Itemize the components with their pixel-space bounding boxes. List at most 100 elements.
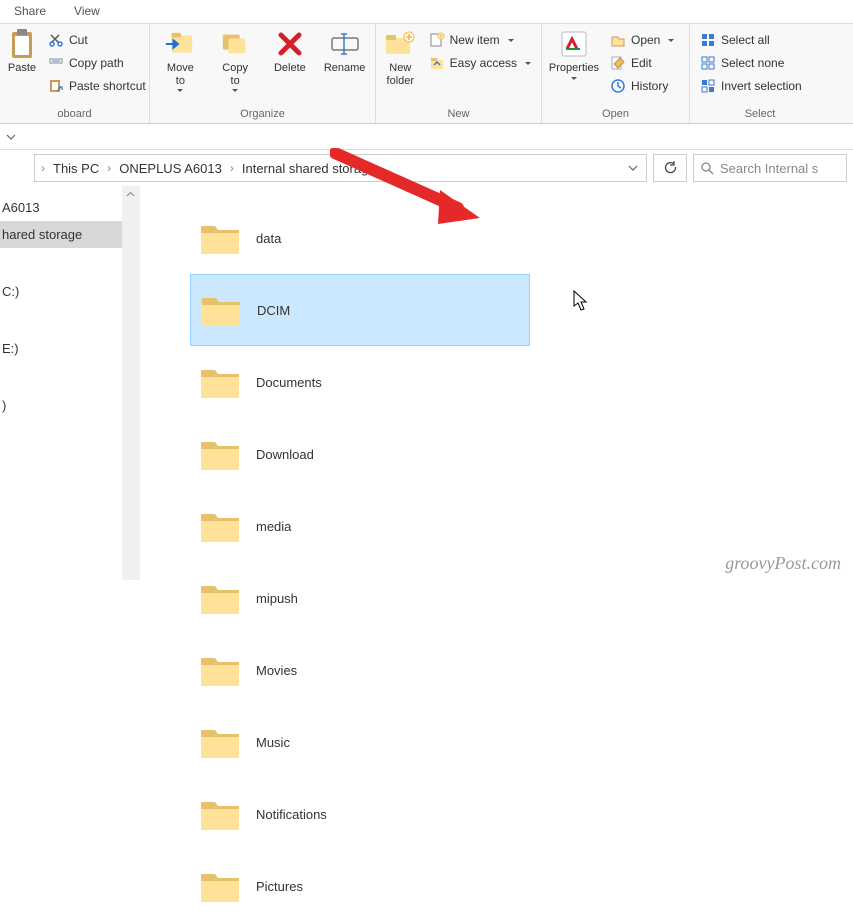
- properties-icon: [558, 28, 590, 60]
- scroll-up-icon[interactable]: [122, 186, 139, 203]
- folder-name: Download: [256, 447, 314, 462]
- breadcrumb-item[interactable]: ONEPLUS A6013: [115, 159, 226, 178]
- folder-item[interactable]: data: [190, 202, 530, 274]
- new-folder-button[interactable]: New folder: [382, 28, 419, 87]
- ribbon-group-select: Select all Select none Invert selection …: [690, 24, 830, 123]
- select-none-button[interactable]: Select none: [696, 53, 806, 73]
- easy-access-label: Easy access: [450, 56, 517, 70]
- folder-name: Pictures: [256, 879, 303, 894]
- rename-button[interactable]: Rename: [320, 28, 369, 75]
- folder-name: DCIM: [257, 303, 290, 318]
- watermark: groovyPost.com: [725, 553, 841, 574]
- invert-selection-button[interactable]: Invert selection: [696, 76, 806, 96]
- breadcrumb-dropdown[interactable]: [624, 159, 642, 177]
- folder-icon: [198, 724, 242, 760]
- select-group-label: Select: [696, 108, 824, 122]
- select-none-label: Select none: [721, 56, 784, 70]
- sidebar-item[interactable]: E:): [0, 335, 139, 362]
- sidebar-scrollbar[interactable]: [122, 186, 139, 580]
- refresh-button[interactable]: [653, 154, 687, 182]
- organize-group-label: Organize: [156, 108, 369, 122]
- folder-item[interactable]: Notifications: [190, 778, 530, 850]
- sidebar-item[interactable]: ): [0, 392, 139, 419]
- delete-button[interactable]: Delete: [266, 28, 315, 75]
- folder-name: media: [256, 519, 291, 534]
- folder-item[interactable]: Music: [190, 706, 530, 778]
- ribbon-group-new: New folder New item Easy access New: [376, 24, 542, 123]
- sidebar-item[interactable]: hared storage: [0, 221, 139, 248]
- properties-button[interactable]: Properties: [548, 28, 600, 80]
- ribbon-group-organize: Move to Copy to Delete Rename Organize: [150, 24, 376, 123]
- folder-item[interactable]: Download: [190, 418, 530, 490]
- ribbon-group-clipboard: Paste Cut Copy path Paste shortcut oboar…: [0, 24, 150, 123]
- copy-path-icon: [48, 55, 64, 71]
- copy-path-button[interactable]: Copy path: [44, 53, 150, 73]
- paste-shortcut-icon: [48, 78, 64, 94]
- folder-icon: [198, 796, 242, 832]
- search-input[interactable]: Search Internal s: [693, 154, 847, 182]
- breadcrumb-item[interactable]: Internal shared storage: [238, 159, 380, 178]
- scissors-icon: [48, 32, 64, 48]
- invert-selection-label: Invert selection: [721, 79, 802, 93]
- easy-access-button[interactable]: Easy access: [425, 53, 535, 73]
- folder-item[interactable]: media: [190, 490, 530, 562]
- folder-name: data: [256, 231, 281, 246]
- breadcrumb-item[interactable]: This PC: [49, 159, 103, 178]
- copy-to-button[interactable]: Copy to: [211, 28, 260, 92]
- search-icon: [700, 161, 714, 175]
- breadcrumb[interactable]: › This PC › ONEPLUS A6013 › Internal sha…: [34, 154, 647, 182]
- delete-icon: [274, 28, 306, 60]
- select-all-button[interactable]: Select all: [696, 30, 806, 50]
- copy-to-icon: [219, 28, 251, 60]
- folder-item[interactable]: DCIM: [190, 274, 530, 346]
- chevron-right-icon[interactable]: ›: [39, 161, 47, 175]
- history-label: History: [631, 79, 668, 93]
- tab-share[interactable]: Share: [0, 0, 60, 23]
- sidebar-item[interactable]: C:): [0, 278, 139, 305]
- move-to-button[interactable]: Move to: [156, 28, 205, 92]
- folder-content-area[interactable]: dataDCIMDocumentsDownloadmediamipushMovi…: [140, 186, 853, 580]
- open-group-label: Open: [548, 108, 683, 122]
- new-folder-label: New folder: [387, 62, 415, 87]
- ribbon-tabs: Share View: [0, 0, 853, 24]
- sidebar-item[interactable]: A6013: [0, 194, 139, 221]
- folder-icon: [198, 364, 242, 400]
- folder-item[interactable]: Movies: [190, 634, 530, 706]
- navigation-sidebar: A6013hared storage C:) E:)): [0, 186, 140, 580]
- folder-icon: [198, 868, 242, 904]
- paste-button[interactable]: Paste: [6, 28, 38, 75]
- edit-label: Edit: [631, 56, 652, 70]
- chevron-right-icon[interactable]: ›: [228, 161, 236, 175]
- delete-label: Delete: [274, 62, 306, 75]
- clipboard-group-label: oboard: [6, 108, 143, 122]
- chevron-right-icon[interactable]: ›: [105, 161, 113, 175]
- cut-label: Cut: [69, 33, 88, 47]
- paste-shortcut-button[interactable]: Paste shortcut: [44, 76, 150, 96]
- folder-item[interactable]: mipush: [190, 562, 530, 634]
- new-item-button[interactable]: New item: [425, 30, 535, 50]
- rename-label: Rename: [324, 62, 366, 75]
- folder-item[interactable]: Documents: [190, 346, 530, 418]
- new-item-icon: [429, 32, 445, 48]
- main-body: A6013hared storage C:) E:)) data DCIM Docume…: [0, 186, 853, 580]
- history-icon: [610, 78, 626, 94]
- edit-button[interactable]: Edit: [606, 53, 678, 73]
- paste-label: Paste: [8, 62, 36, 75]
- folder-icon: [199, 292, 243, 328]
- easy-access-icon: [429, 55, 445, 71]
- cut-button[interactable]: Cut: [44, 30, 150, 50]
- folder-icon: [198, 652, 242, 688]
- history-button[interactable]: History: [606, 76, 678, 96]
- copy-path-label: Copy path: [69, 56, 124, 70]
- ribbon: Paste Cut Copy path Paste shortcut oboar…: [0, 24, 853, 124]
- folder-item[interactable]: Pictures: [190, 850, 530, 922]
- folder-icon: [198, 580, 242, 616]
- move-to-icon: [164, 28, 196, 60]
- tab-view[interactable]: View: [60, 0, 114, 23]
- folder-name: Music: [256, 735, 290, 750]
- search-placeholder: Search Internal s: [720, 161, 818, 176]
- move-to-label: Move to: [167, 62, 194, 92]
- open-button[interactable]: Open: [606, 30, 678, 50]
- chevron-down-icon[interactable]: [6, 132, 16, 142]
- rename-icon: [329, 28, 361, 60]
